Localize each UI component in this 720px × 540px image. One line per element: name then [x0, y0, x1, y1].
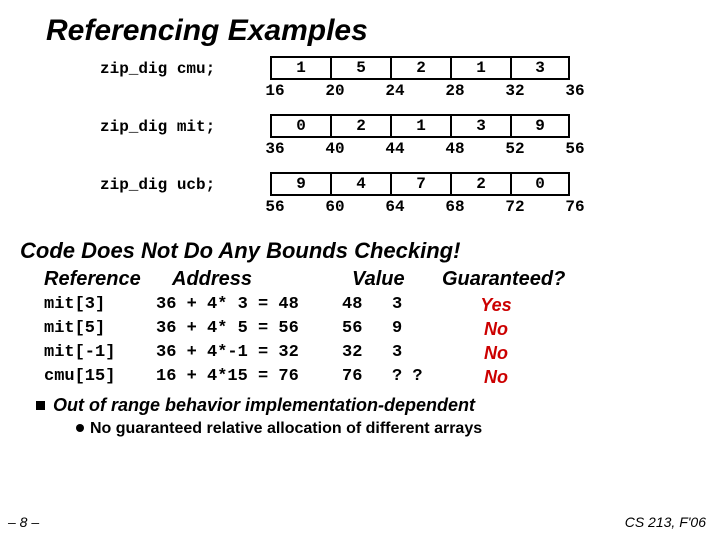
- table-row: mit[-1] 36 + 4*-1 = 32 32 3 No: [44, 341, 700, 365]
- table-row: mit[3] 36 + 4* 3 = 48 48 3 Yes: [44, 293, 700, 317]
- result-cell: 32: [342, 341, 392, 365]
- result-cell: 56: [342, 317, 392, 341]
- page-title: Referencing Examples: [46, 14, 700, 48]
- addr: 24: [365, 82, 425, 100]
- addr: 56: [245, 198, 305, 216]
- array-cells: 9 4 7 2 0: [270, 172, 570, 196]
- array-cells: 0 2 1 3 9: [270, 114, 570, 138]
- array-cmu: zip_dig cmu; 1 5 2 1 3 16 20 24 28 32 36: [100, 60, 700, 116]
- cell: 1: [270, 56, 330, 80]
- array-label: zip_dig ucb;: [100, 176, 215, 194]
- cell: 1: [390, 114, 450, 138]
- addr: 48: [425, 140, 485, 158]
- table-header: Reference Address Value Guaranteed?: [44, 268, 700, 291]
- col-address: Address: [172, 268, 352, 291]
- addr: 20: [305, 82, 365, 100]
- address-row: 56 60 64 68 72 76: [245, 198, 605, 216]
- bullet-text: Out of range behavior implementation-dep…: [53, 395, 475, 415]
- cell: 2: [390, 56, 450, 80]
- cell: 2: [330, 114, 390, 138]
- table-row: mit[5] 36 + 4* 5 = 56 56 9 No: [44, 317, 700, 341]
- footer-page-number: – 8 –: [8, 514, 39, 530]
- cell: 5: [330, 56, 390, 80]
- cell: 7: [390, 172, 450, 196]
- col-reference: Reference: [44, 268, 172, 291]
- addr: 60: [305, 198, 365, 216]
- array-label: zip_dig mit;: [100, 118, 215, 136]
- addr: 40: [305, 140, 365, 158]
- table-row: cmu[15] 16 + 4*15 = 76 76 ? ? No: [44, 365, 700, 389]
- address-row: 16 20 24 28 32 36: [245, 82, 605, 100]
- guar-cell: Yes: [466, 293, 526, 317]
- cell: 0: [510, 172, 570, 196]
- addr: 64: [365, 198, 425, 216]
- cell: 3: [450, 114, 510, 138]
- array-diagrams: zip_dig cmu; 1 5 2 1 3 16 20 24 28 32 36…: [100, 60, 700, 232]
- cell: 0: [270, 114, 330, 138]
- addr: 68: [425, 198, 485, 216]
- value-cell: ? ?: [392, 365, 466, 389]
- value-cell: 3: [392, 293, 466, 317]
- guar-cell: No: [466, 341, 526, 365]
- section-no-bounds: Code Does Not Do Any Bounds Checking!: [20, 238, 700, 264]
- guar-cell: No: [466, 317, 526, 341]
- cell: 9: [270, 172, 330, 196]
- array-mit: zip_dig mit; 0 2 1 3 9 36 40 44 48 52 56: [100, 118, 700, 174]
- cell: 3: [510, 56, 570, 80]
- addr-cell: 16 + 4*15 = 76: [156, 365, 342, 389]
- array-ucb: zip_dig ucb; 9 4 7 2 0 56 60 64 68 72 76: [100, 176, 700, 232]
- square-bullet-icon: [36, 401, 45, 410]
- reference-table: Reference Address Value Guaranteed? mit[…: [44, 268, 700, 389]
- addr: 36: [545, 82, 605, 100]
- cell: 1: [450, 56, 510, 80]
- addr: 28: [425, 82, 485, 100]
- addr: 52: [485, 140, 545, 158]
- col-value: Value: [352, 268, 442, 291]
- addr: 44: [365, 140, 425, 158]
- result-cell: 48: [342, 293, 392, 317]
- array-label: zip_dig cmu;: [100, 60, 215, 78]
- footer-course: CS 213, F'06: [625, 514, 706, 530]
- addr-cell: 36 + 4* 5 = 56: [156, 317, 342, 341]
- ref-cell: mit[-1]: [44, 341, 156, 365]
- addr: 76: [545, 198, 605, 216]
- col-guaranteed: Guaranteed?: [442, 268, 592, 291]
- cell: 9: [510, 114, 570, 138]
- addr-cell: 36 + 4* 3 = 48: [156, 293, 342, 317]
- cell: 4: [330, 172, 390, 196]
- ref-cell: mit[5]: [44, 317, 156, 341]
- addr: 16: [245, 82, 305, 100]
- sub-bullet-no-guarantee: No guaranteed relative allocation of dif…: [76, 420, 700, 438]
- slide: Referencing Examples zip_dig cmu; 1 5 2 …: [0, 0, 720, 540]
- cell: 2: [450, 172, 510, 196]
- array-cells: 1 5 2 1 3: [270, 56, 570, 80]
- addr-cell: 36 + 4*-1 = 32: [156, 341, 342, 365]
- addr: 72: [485, 198, 545, 216]
- result-cell: 76: [342, 365, 392, 389]
- addr: 56: [545, 140, 605, 158]
- guar-cell: No: [466, 365, 526, 389]
- bullet-out-of-range: Out of range behavior implementation-dep…: [36, 395, 700, 416]
- value-cell: 9: [392, 317, 466, 341]
- value-cell: 3: [392, 341, 466, 365]
- addr: 36: [245, 140, 305, 158]
- ref-cell: cmu[15]: [44, 365, 156, 389]
- address-row: 36 40 44 48 52 56: [245, 140, 605, 158]
- ref-cell: mit[3]: [44, 293, 156, 317]
- dot-bullet-icon: [76, 424, 84, 432]
- sub-bullet-text: No guaranteed relative allocation of dif…: [90, 420, 482, 437]
- addr: 32: [485, 82, 545, 100]
